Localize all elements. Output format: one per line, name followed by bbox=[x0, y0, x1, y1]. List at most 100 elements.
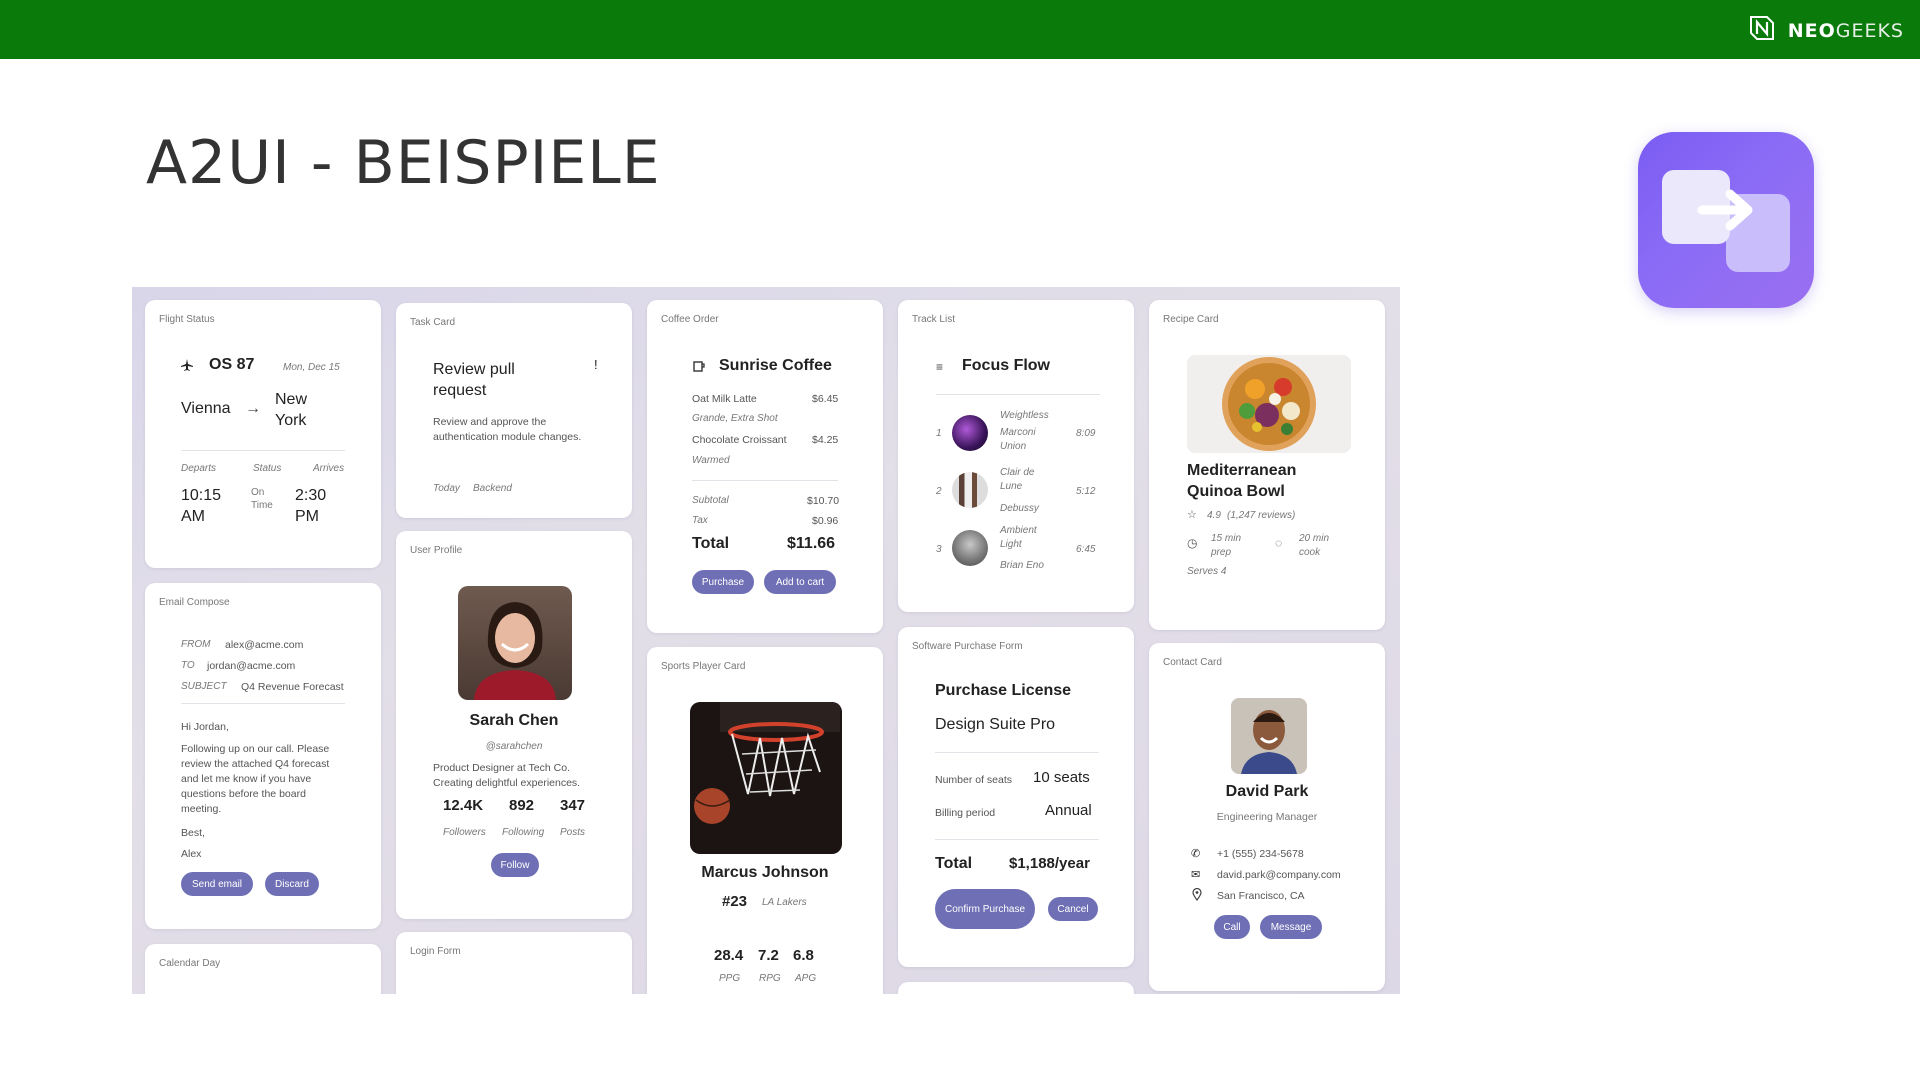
task-title: Review pull request bbox=[433, 361, 515, 399]
cook-time: 20 min cook bbox=[1299, 533, 1330, 558]
item-name: Oat Milk Latte bbox=[692, 393, 757, 405]
stat-rpg-label: RPG bbox=[759, 973, 781, 984]
track-number: 1 bbox=[936, 428, 942, 439]
contact-role: Engineering Manager bbox=[1216, 811, 1318, 823]
to-address: jordan@acme.com bbox=[207, 660, 296, 672]
calendar-day-card: Calendar Day bbox=[145, 944, 381, 994]
billing-value: Annual bbox=[1045, 802, 1092, 819]
coffee-order-card: Coffee Order Sunrise Coffee Oat Milk Lat… bbox=[647, 300, 883, 633]
coffee-cup-icon bbox=[693, 360, 706, 378]
partial-card bbox=[898, 982, 1134, 994]
track-artist: Debussy bbox=[1000, 503, 1039, 514]
recipe-title: Mediterranean Quinoa Bowl bbox=[1187, 462, 1297, 500]
location-pin-icon bbox=[1192, 887, 1202, 906]
item-note: Warmed bbox=[692, 455, 730, 466]
task-tag: Backend bbox=[473, 483, 512, 494]
billing-label: Billing period bbox=[935, 807, 996, 819]
total-label: Total bbox=[692, 535, 730, 552]
contact-card: Contact Card David Park Engineering Mana… bbox=[1149, 643, 1385, 991]
card-title: Login Form bbox=[410, 946, 461, 957]
email-closing: Best, bbox=[181, 827, 205, 839]
flight-status-card: Flight Status OS 87 Mon, Dec 15 Vienna →… bbox=[145, 300, 381, 568]
shop-name: Sunrise Coffee bbox=[719, 357, 832, 374]
item-note: Grande, Extra Shot bbox=[692, 413, 778, 424]
purchase-title: Purchase License bbox=[935, 682, 1072, 699]
a2ui-app-icon bbox=[1638, 132, 1814, 308]
confirm-purchase-button[interactable]: Confirm Purchase bbox=[935, 889, 1035, 929]
message-button[interactable]: Message bbox=[1260, 915, 1322, 939]
followers-label: Followers bbox=[443, 827, 486, 838]
software-purchase-card: Software Purchase Form Purchase License … bbox=[898, 627, 1134, 967]
call-button[interactable]: Call bbox=[1214, 915, 1250, 939]
stat-rpg: 7.2 bbox=[758, 947, 779, 964]
card-title: User Profile bbox=[410, 545, 463, 556]
arrives-time: 2:30 PM bbox=[295, 487, 327, 525]
track-number: 3 bbox=[936, 544, 942, 555]
follow-button[interactable]: Follow bbox=[491, 853, 539, 877]
card-title: Software Purchase Form bbox=[912, 641, 1023, 652]
album-art bbox=[952, 415, 988, 451]
card-title: Track List bbox=[912, 314, 955, 325]
arrow-right-icon: → bbox=[245, 400, 261, 417]
slide-title: A2UI - BEISPIELE bbox=[146, 128, 661, 198]
arrives-label: Arrives bbox=[313, 463, 345, 474]
subtotal-label: Subtotal bbox=[692, 495, 729, 506]
discard-button[interactable]: Discard bbox=[265, 872, 319, 896]
email-signature: Alex bbox=[181, 848, 202, 860]
destination-city: New York bbox=[275, 391, 308, 429]
item-price: $4.25 bbox=[812, 434, 839, 446]
card-title: Email Compose bbox=[159, 597, 230, 608]
purchase-button[interactable]: Purchase bbox=[692, 570, 754, 594]
subject-value: Q4 Revenue Forecast bbox=[241, 681, 344, 693]
brand: NEOGEEKS bbox=[1748, 14, 1904, 47]
stat-ppg: 28.4 bbox=[714, 947, 744, 964]
brand-name: NEOGEEKS bbox=[1787, 19, 1904, 42]
stat-apg-label: APG bbox=[795, 973, 817, 984]
player-photo bbox=[690, 702, 842, 854]
track-duration: 5:12 bbox=[1076, 486, 1096, 497]
card-title: Contact Card bbox=[1163, 657, 1222, 668]
total-value: $1,188/year bbox=[1009, 855, 1090, 872]
servings: Serves 4 bbox=[1187, 566, 1227, 577]
prep-time: 15 min prep bbox=[1211, 533, 1242, 558]
airplane-icon bbox=[180, 358, 194, 377]
top-bar: NEOGEEKS bbox=[0, 0, 1920, 59]
avatar bbox=[458, 586, 572, 700]
send-email-button[interactable]: Send email bbox=[181, 872, 253, 896]
card-title: Calendar Day bbox=[159, 958, 221, 969]
from-address: alex@acme.com bbox=[225, 639, 304, 651]
flight-number: OS 87 bbox=[209, 356, 255, 373]
item-price: $6.45 bbox=[812, 393, 839, 405]
playlist-title: Focus Flow bbox=[962, 357, 1050, 374]
review-count: (1,247 reviews) bbox=[1227, 510, 1296, 521]
cook-icon: ◌ bbox=[1275, 536, 1283, 550]
timer-icon: ◷ bbox=[1187, 536, 1198, 550]
tax-label: Tax bbox=[692, 515, 708, 526]
item-name: Chocolate Croissant bbox=[692, 434, 787, 446]
contact-phone[interactable]: +1 (555) 234-5678 bbox=[1217, 848, 1304, 860]
task-description: Review and approve the authentication mo… bbox=[433, 416, 582, 443]
album-art bbox=[952, 472, 988, 508]
user-profile-card: User Profile Sarah Chen @sarahchen Produ… bbox=[396, 531, 632, 919]
mail-icon: ✉ bbox=[1191, 869, 1201, 881]
track-title: Ambient Light bbox=[1000, 525, 1037, 550]
contact-email[interactable]: david.park@company.com bbox=[1217, 869, 1341, 881]
cancel-button[interactable]: Cancel bbox=[1048, 897, 1098, 921]
add-to-cart-button[interactable]: Add to cart bbox=[764, 570, 836, 594]
posts-count: 347 bbox=[560, 797, 586, 814]
flight-status-value: On Time bbox=[251, 487, 273, 511]
stat-apg: 6.8 bbox=[793, 947, 814, 964]
task-card: Task Card Review pull request ! Review a… bbox=[396, 303, 632, 518]
seats-value: 10 seats bbox=[1033, 769, 1090, 786]
email-body: Following up on our call. Please review … bbox=[181, 743, 330, 815]
track-title: Clair de Lune bbox=[1000, 467, 1035, 492]
card-title: Coffee Order bbox=[661, 314, 719, 325]
profile-handle: @sarahchen bbox=[485, 741, 543, 752]
card-title: Sports Player Card bbox=[661, 661, 746, 672]
to-label: TO bbox=[181, 660, 195, 671]
recipe-card: Recipe Card Mediterranean Quinoa Bowl ☆ … bbox=[1149, 300, 1385, 630]
recipe-rating: 4.9 bbox=[1207, 510, 1221, 521]
card-title: Task Card bbox=[410, 317, 456, 328]
recipe-photo bbox=[1187, 355, 1351, 453]
total-value: $11.66 bbox=[787, 535, 836, 552]
